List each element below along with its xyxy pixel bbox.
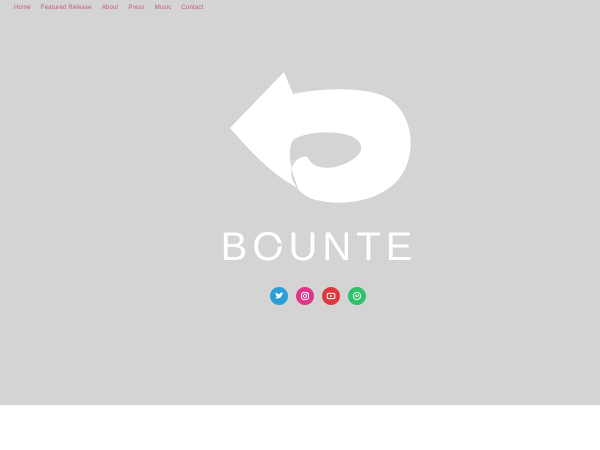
page-content-area: [0, 405, 600, 450]
youtube-icon: [326, 292, 336, 300]
bounte-wordmark: BOUNTE: [222, 225, 416, 268]
social-links: [270, 287, 366, 305]
instagram-button[interactable]: [296, 287, 314, 305]
youtube-button[interactable]: [322, 287, 340, 305]
brand-name: BOUNTE: [222, 225, 416, 268]
hero-section: Home Featured Release About Press Music …: [0, 0, 600, 405]
curled-arrow-logo-icon: [230, 72, 411, 203]
instagram-icon: [301, 292, 309, 300]
twitter-button[interactable]: [270, 287, 288, 305]
spotify-icon: [352, 291, 362, 301]
spotify-button[interactable]: [348, 287, 366, 305]
wordmark-dot: [276, 242, 282, 248]
twitter-icon: [275, 292, 284, 299]
